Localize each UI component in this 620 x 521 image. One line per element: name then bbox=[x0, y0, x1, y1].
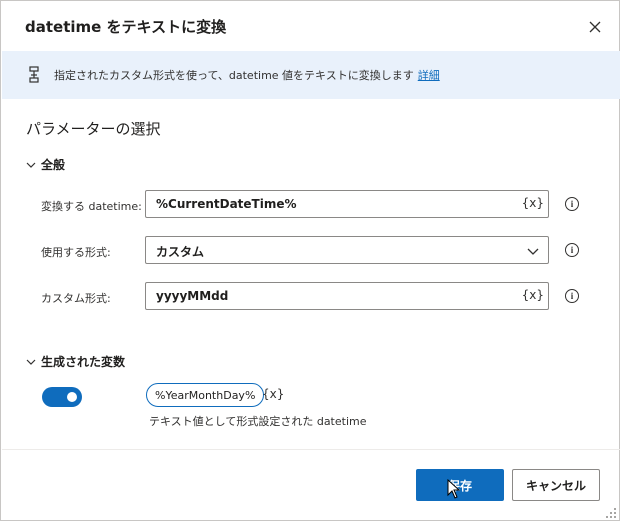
variable-flow-icon bbox=[29, 66, 39, 83]
datetime-input-value: %CurrentDateTime% bbox=[156, 197, 297, 211]
variable-picker-button[interactable]: {x} bbox=[522, 288, 544, 302]
info-icon[interactable]: i bbox=[565, 197, 579, 211]
produced-variables-label: 生成された変数 bbox=[41, 355, 126, 369]
chevron-down-icon bbox=[26, 359, 36, 365]
save-button[interactable]: 保存 bbox=[416, 469, 504, 501]
variable-toggle[interactable] bbox=[42, 387, 82, 407]
info-icon[interactable]: i bbox=[565, 243, 579, 257]
chevron-down-icon bbox=[527, 248, 539, 255]
banner-text: 指定されたカスタム形式を使って、datetime 値をテキストに変換します 詳細 bbox=[54, 67, 440, 83]
produced-variables-group-header[interactable]: 生成された変数 bbox=[25, 353, 125, 370]
datetime-field-label: 変換する datetime: bbox=[41, 200, 142, 213]
variable-picker-button[interactable]: {x} bbox=[522, 196, 544, 210]
chevron-down-icon bbox=[26, 162, 36, 168]
close-button[interactable] bbox=[583, 15, 607, 39]
format-dropdown-value: カスタム bbox=[156, 245, 205, 259]
format-field-label: 使用する形式: bbox=[41, 246, 111, 259]
toggle-knob bbox=[67, 392, 77, 402]
general-group-label: 全般 bbox=[41, 158, 66, 172]
convert-datetime-dialog: datetime をテキストに変換 指定されたカスタム形式を使って、dateti… bbox=[0, 0, 620, 521]
custom-format-input[interactable]: yyyyMMdd {x} bbox=[145, 282, 549, 310]
datetime-input[interactable]: %CurrentDateTime% {x} bbox=[145, 190, 549, 218]
dialog-title: datetime をテキストに変換 bbox=[25, 18, 227, 36]
resize-grip-icon[interactable] bbox=[605, 507, 617, 519]
custom-format-input-value: yyyyMMdd bbox=[156, 289, 229, 303]
general-group-header[interactable]: 全般 bbox=[25, 156, 65, 173]
banner-description: 指定されたカスタム形式を使って、datetime 値をテキストに変換します bbox=[54, 69, 414, 82]
produced-variable-description: テキスト値として形式設定された datetime bbox=[149, 415, 367, 428]
section-title: パラメーターの選択 bbox=[26, 120, 161, 138]
details-link[interactable]: 詳細 bbox=[418, 69, 440, 82]
footer-divider bbox=[2, 449, 620, 450]
variable-picker-button[interactable]: {x} bbox=[262, 387, 284, 401]
title-bar: datetime をテキストに変換 bbox=[1, 1, 619, 51]
custom-format-field-label: カスタム形式: bbox=[41, 292, 111, 305]
produced-variable-name[interactable]: %YearMonthDay% bbox=[146, 383, 265, 407]
info-icon[interactable]: i bbox=[565, 289, 579, 303]
info-banner: 指定されたカスタム形式を使って、datetime 値をテキストに変換します 詳細 bbox=[2, 51, 620, 99]
cancel-button[interactable]: キャンセル bbox=[512, 469, 600, 501]
close-icon bbox=[589, 21, 601, 33]
format-dropdown[interactable]: カスタム bbox=[145, 236, 549, 264]
